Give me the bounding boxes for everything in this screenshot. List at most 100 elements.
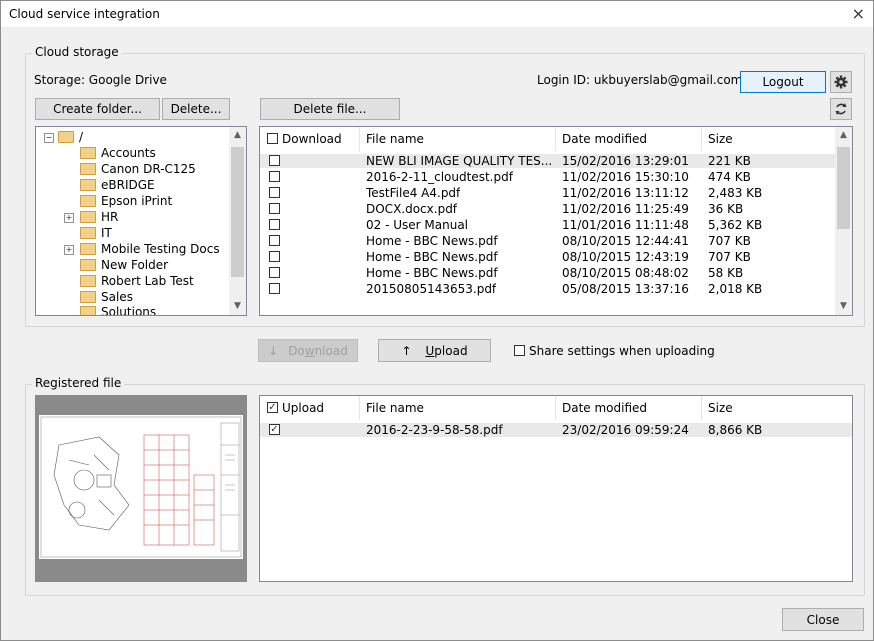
delete-folder-button[interactable]: Delete... xyxy=(162,98,230,120)
create-folder-button[interactable]: Create folder... xyxy=(35,98,160,120)
table-row[interactable]: 02 - User Manual 11/01/2016 11:11:48 5,3… xyxy=(260,218,836,232)
settings-button[interactable] xyxy=(830,71,852,93)
tree-root[interactable]: / xyxy=(58,129,83,145)
check-icon: ✓ xyxy=(268,402,277,413)
tree-folder-hr[interactable]: HR xyxy=(80,209,118,225)
file-name-cell: Home - BBC News.pdf xyxy=(366,266,498,280)
folder-icon xyxy=(80,305,96,315)
folder-icon xyxy=(80,274,96,287)
table-row[interactable]: Home - BBC News.pdf 08/10/2015 12:43:19 … xyxy=(260,250,836,264)
tree-folder-new[interactable]: New Folder xyxy=(80,257,168,273)
blueprint-thumbnail-icon xyxy=(40,416,242,558)
delete-file-label: Delete file... xyxy=(293,102,367,116)
table-row[interactable]: Home - BBC News.pdf 08/10/2015 12:44:41 … xyxy=(260,234,836,248)
table-row[interactable]: Home - BBC News.pdf 08/10/2015 08:48:02 … xyxy=(260,266,836,280)
check-icon: ✓ xyxy=(270,424,279,435)
download-checkbox[interactable] xyxy=(269,267,280,278)
file-name-cell: Home - BBC News.pdf xyxy=(366,234,498,248)
col-header-download[interactable]: Download xyxy=(260,127,360,151)
expand-mobile-toggle[interactable]: + xyxy=(64,245,74,255)
file-list-scrollbar[interactable]: ▲ ▼ xyxy=(835,127,852,315)
logout-button[interactable]: Logout xyxy=(740,71,826,93)
folder-icon xyxy=(80,210,96,223)
scroll-thumb[interactable] xyxy=(837,147,850,229)
upload-label-post: pload xyxy=(434,343,468,358)
date-cell: 11/02/2016 13:11:12 xyxy=(562,186,689,200)
download-checkbox[interactable] xyxy=(269,283,280,294)
download-checkbox[interactable] xyxy=(269,187,280,198)
tree-folder-accounts[interactable]: Accounts xyxy=(80,145,156,161)
table-row[interactable]: 20150805143653.pdf 05/08/2015 13:37:16 2… xyxy=(260,282,836,296)
col-header-filename[interactable]: File name xyxy=(360,127,556,151)
tree-folder-mobile[interactable]: Mobile Testing Docs xyxy=(80,241,220,257)
download-checkbox[interactable] xyxy=(269,171,280,182)
table-row[interactable]: DOCX.docx.pdf 11/02/2016 11:25:49 36 KB xyxy=(260,202,836,216)
scroll-down-icon[interactable]: ▼ xyxy=(229,298,246,315)
col-header-size[interactable]: Size xyxy=(702,127,836,151)
col-header-size[interactable]: Size xyxy=(702,396,852,420)
download-label-pre: Do xyxy=(288,343,305,358)
upload-checkbox[interactable]: ✓ xyxy=(269,424,280,435)
tree-folder-ebridge[interactable]: eBRIDGE xyxy=(80,177,155,193)
scroll-up-icon[interactable]: ▲ xyxy=(835,127,852,144)
delete-file-button[interactable]: Delete file... xyxy=(260,98,400,120)
tree-folder-label: Mobile Testing Docs xyxy=(101,242,220,256)
folder-icon xyxy=(80,258,96,271)
col-header-upload[interactable]: ✓ Upload xyxy=(260,396,360,420)
storage-label: Storage: Google Drive xyxy=(34,73,167,87)
refresh-button[interactable] xyxy=(830,98,852,120)
size-cell: 36 KB xyxy=(708,202,744,216)
scroll-up-icon[interactable]: ▲ xyxy=(229,127,246,144)
tree-root-label: / xyxy=(79,130,84,144)
download-checkbox[interactable] xyxy=(269,203,280,214)
table-row[interactable]: 2016-2-11_cloudtest.pdf 11/02/2016 15:30… xyxy=(260,170,836,184)
expand-hr-toggle[interactable]: + xyxy=(64,213,74,223)
download-checkbox[interactable] xyxy=(269,219,280,230)
download-label-post: nload xyxy=(314,343,348,358)
folder-icon xyxy=(80,290,96,303)
collapse-root-toggle[interactable]: − xyxy=(44,133,54,143)
download-button[interactable]: ↓ Do w nload xyxy=(258,339,358,362)
select-all-checkbox[interactable] xyxy=(267,133,278,144)
tree-folder-robert[interactable]: Robert Lab Test xyxy=(80,273,194,289)
file-name-cell: TestFile4 A4.pdf xyxy=(366,186,461,200)
tree-folder-epson[interactable]: Epson iPrint xyxy=(80,193,172,209)
file-name-cell: 2016-2-23-9-58-58.pdf xyxy=(366,423,503,437)
upload-all-checkbox[interactable]: ✓ xyxy=(267,402,278,413)
share-settings-checkbox[interactable] xyxy=(514,345,525,356)
tree-folder-label: Canon DR-C125 xyxy=(101,162,196,176)
col-upload-label: Upload xyxy=(282,401,325,415)
folder-icon xyxy=(80,226,96,239)
col-header-date[interactable]: Date modified xyxy=(556,396,702,420)
file-name-cell: 2016-2-11_cloudtest.pdf xyxy=(366,170,513,184)
close-button[interactable]: Close xyxy=(782,608,864,631)
table-row[interactable]: ✓ 2016-2-23-9-58-58.pdf 23/02/2016 09:59… xyxy=(260,423,852,437)
registered-file-list[interactable]: ✓ Upload File name Date modified Size ✓ … xyxy=(259,395,853,582)
download-checkbox[interactable] xyxy=(269,251,280,262)
table-row[interactable]: TestFile4 A4.pdf 11/02/2016 13:11:12 2,4… xyxy=(260,186,836,200)
download-checkbox[interactable] xyxy=(269,235,280,246)
folder-tree[interactable]: − / Accounts Canon DR-C125 eBRIDGE Epson… xyxy=(35,126,247,316)
dialog-window: Cloud service integration × Cloud storag… xyxy=(0,0,874,641)
col-size-label: Size xyxy=(708,132,733,146)
tree-folder-canon[interactable]: Canon DR-C125 xyxy=(80,161,196,177)
cloud-file-list[interactable]: Download File name Date modified Size NE… xyxy=(259,126,853,316)
folder-icon xyxy=(80,146,96,159)
scroll-down-icon[interactable]: ▼ xyxy=(835,298,852,315)
download-checkbox[interactable] xyxy=(269,155,280,166)
close-icon[interactable]: × xyxy=(852,4,865,23)
col-header-filename[interactable]: File name xyxy=(360,396,556,420)
tree-folder-it[interactable]: IT xyxy=(80,225,112,241)
share-settings-label[interactable]: Share settings when uploading xyxy=(529,344,715,358)
date-cell: 05/08/2015 13:37:16 xyxy=(562,282,689,296)
col-header-date[interactable]: Date modified xyxy=(556,127,702,151)
upload-button[interactable]: ↑ Upload xyxy=(378,339,491,362)
table-row[interactable]: NEW BLI IMAGE QUALITY TES... 15/02/2016 … xyxy=(260,154,836,168)
file-preview xyxy=(35,395,247,582)
size-cell: 707 KB xyxy=(708,250,751,264)
scroll-thumb[interactable] xyxy=(231,147,244,277)
tree-folder-solutions[interactable]: Solutions xyxy=(80,304,156,315)
tree-scrollbar[interactable]: ▲ ▼ xyxy=(229,127,246,315)
tree-folder-sales[interactable]: Sales xyxy=(80,289,133,305)
tree-folder-label: Robert Lab Test xyxy=(101,274,194,288)
